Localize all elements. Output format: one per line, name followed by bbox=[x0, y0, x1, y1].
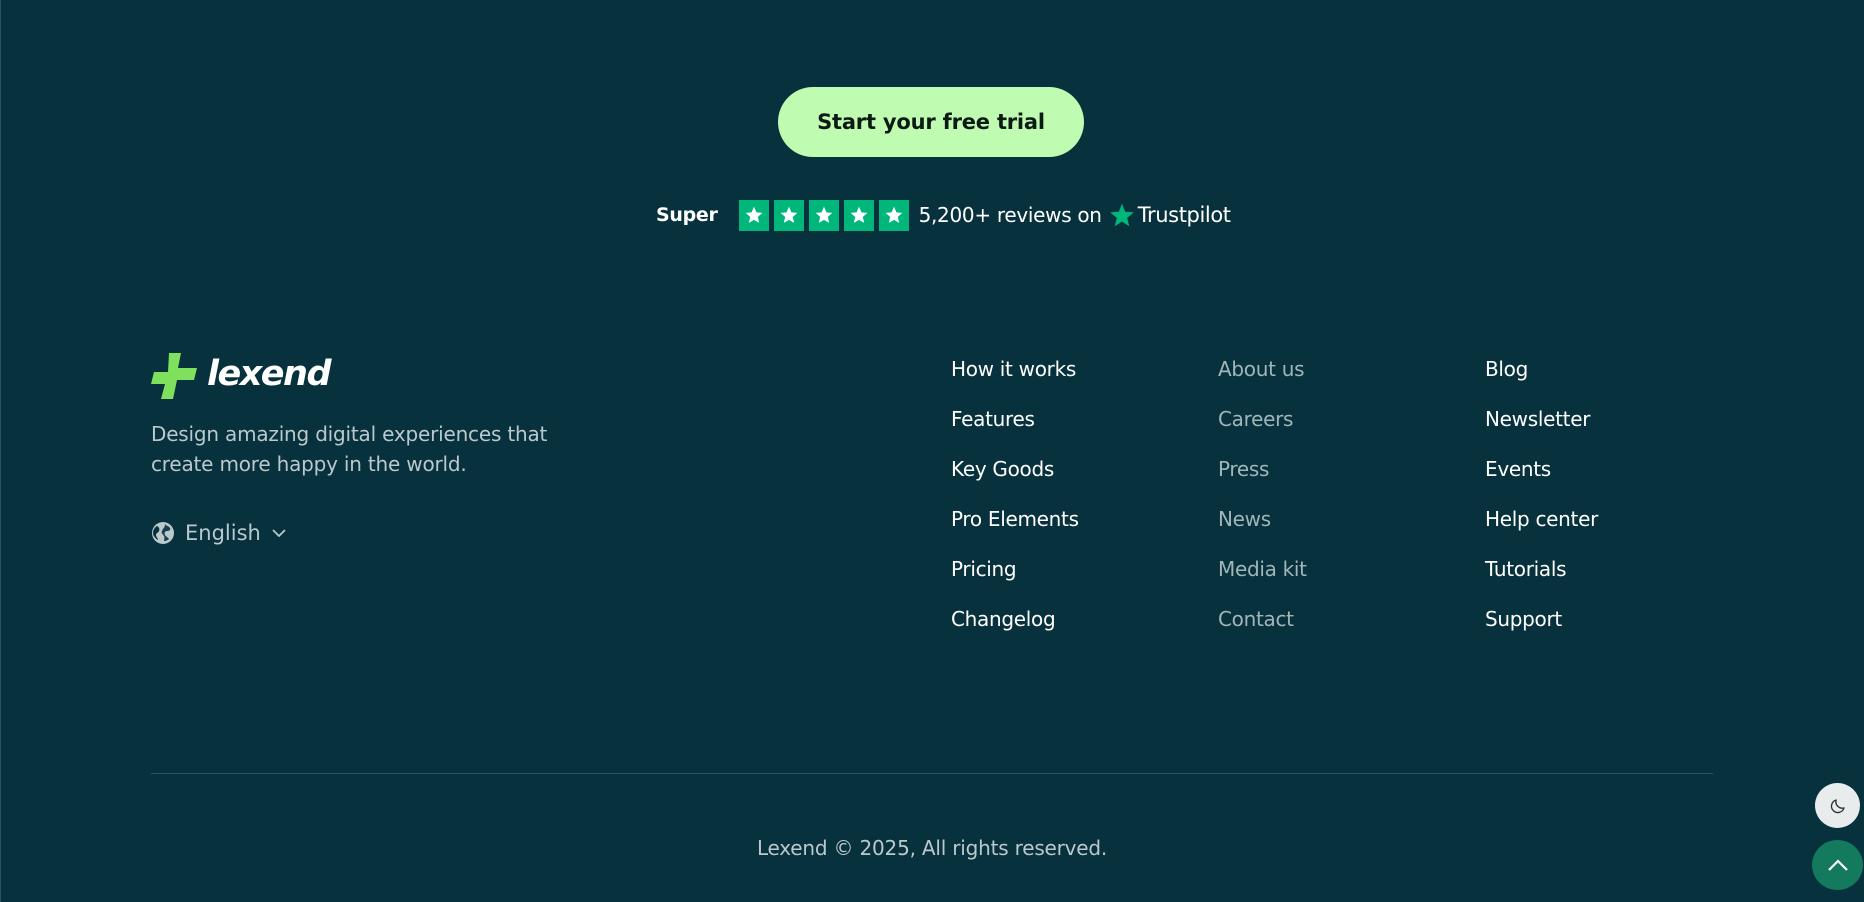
footer-column-company: About us Careers Press News Media kit Co… bbox=[1218, 354, 1307, 654]
star-icon bbox=[738, 199, 769, 231]
footer-link-about-us[interactable]: About us bbox=[1218, 354, 1307, 404]
trustpilot-star-icon bbox=[1108, 202, 1138, 229]
footer-link-key-goods[interactable]: Key Goods bbox=[951, 454, 1079, 504]
star-icon bbox=[878, 199, 909, 231]
footer-link-media-kit[interactable]: Media kit bbox=[1218, 554, 1307, 604]
footer-link-pricing[interactable]: Pricing bbox=[951, 554, 1079, 604]
brand-name: lexend bbox=[207, 354, 332, 394]
footer-link-press[interactable]: Press bbox=[1218, 454, 1307, 504]
footer-link-contact[interactable]: Contact bbox=[1218, 604, 1307, 654]
moon-icon bbox=[1829, 797, 1847, 815]
footer-link-news[interactable]: News bbox=[1218, 504, 1307, 554]
rating-word: Super bbox=[656, 204, 718, 226]
footer-link-support[interactable]: Support bbox=[1485, 604, 1598, 654]
frame-edge bbox=[0, 0, 1, 902]
footer-link-pro-elements[interactable]: Pro Elements bbox=[951, 504, 1079, 554]
trustpilot-label: Trustpilot bbox=[1137, 203, 1231, 227]
brand-tagline: Design amazing digital experiences that … bbox=[151, 422, 548, 476]
start-free-trial-button[interactable]: Start your free trial bbox=[778, 87, 1084, 157]
chevron-down-icon bbox=[271, 528, 287, 538]
star-icon bbox=[773, 199, 804, 231]
star-icon bbox=[808, 199, 839, 231]
footer-link-how-it-works[interactable]: How it works bbox=[951, 354, 1079, 404]
footer-link-changelog[interactable]: Changelog bbox=[951, 604, 1079, 654]
scroll-to-top-button[interactable] bbox=[1812, 840, 1863, 890]
footer-link-blog[interactable]: Blog bbox=[1485, 354, 1598, 404]
globe-icon bbox=[151, 521, 175, 545]
footer-link-newsletter[interactable]: Newsletter bbox=[1485, 404, 1598, 454]
footer-link-features[interactable]: Features bbox=[951, 404, 1079, 454]
trustpilot-logo[interactable]: Trustpilot bbox=[1108, 202, 1231, 229]
footer-column-resources: Blog Newsletter Events Help center Tutor… bbox=[1485, 354, 1598, 654]
logo-mark-icon bbox=[151, 353, 197, 399]
star-icon bbox=[843, 199, 874, 231]
language-selector[interactable]: English bbox=[151, 521, 287, 545]
brand-logo[interactable]: lexend bbox=[151, 353, 332, 399]
theme-toggle-button[interactable] bbox=[1815, 783, 1860, 828]
language-label: English bbox=[185, 521, 261, 545]
footer-link-careers[interactable]: Careers bbox=[1218, 404, 1307, 454]
trustpilot-rating[interactable]: Super 5,200+ reviews on Trustpilot bbox=[656, 199, 1231, 231]
reviews-count: 5,200+ reviews on bbox=[918, 203, 1102, 227]
footer-link-tutorials[interactable]: Tutorials bbox=[1485, 554, 1598, 604]
footer-link-help-center[interactable]: Help center bbox=[1485, 504, 1598, 554]
footer-column-product: How it works Features Key Goods Pro Elem… bbox=[951, 354, 1079, 654]
copyright-text: Lexend © 2025, All rights reserved. bbox=[756, 836, 1108, 860]
chevron-up-icon bbox=[1827, 858, 1849, 872]
footer-divider bbox=[151, 773, 1713, 774]
rating-stars bbox=[738, 199, 909, 231]
footer-link-events[interactable]: Events bbox=[1485, 454, 1598, 504]
